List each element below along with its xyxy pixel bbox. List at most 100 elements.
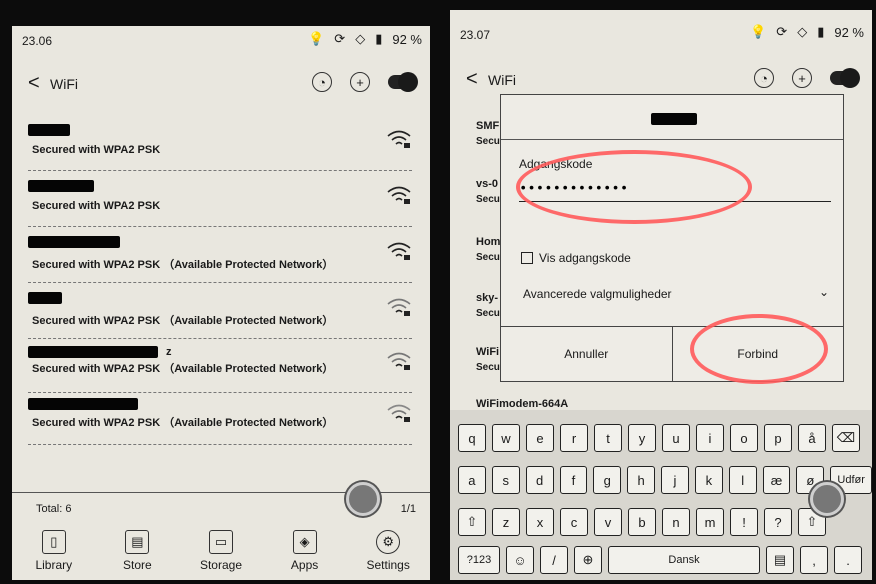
dock-apps[interactable]: ◈ Apps [270,526,340,580]
key-y[interactable]: y [628,424,656,452]
key-v[interactable]: v [594,508,622,536]
network-name: SMF [476,120,500,132]
network-item[interactable]: z Secured with WPA2 PSK （Available Prote… [28,340,412,393]
key-s[interactable]: s [491,466,520,494]
key-j[interactable]: j [661,466,689,494]
key-o[interactable]: o [730,424,758,452]
battery-icon: ▮ [375,31,383,46]
key-x[interactable]: x [526,508,554,536]
key-k[interactable]: k [694,466,723,494]
status-bar: 23.06 💡 ⟳ ◇ ▮ 92 % [12,26,430,54]
dock-label: Apps [290,558,319,572]
network-item[interactable]: Secured with WPA2 PSK （Available Protect… [28,230,412,283]
backspace-key[interactable]: ⌫ [832,424,860,452]
dock-settings[interactable]: ⚙ Settings [353,526,423,580]
dock-store[interactable]: ▤ Store [102,526,172,580]
dock-label: Settings [366,558,410,572]
network-security: Secured with WPA2 PSK （Available Protect… [32,259,334,271]
sync-icon: ⟳ [776,24,788,39]
network-name: Hom [476,236,501,248]
keyboard-toggle-key[interactable]: ▤ [766,546,794,574]
key-b[interactable]: b [628,508,656,536]
redacted-ssid [28,398,138,410]
cancel-button[interactable]: Annuller [501,327,672,381]
comma-key[interactable]: , [800,546,828,574]
network-security: Secu [476,308,500,319]
space-key[interactable]: Dansk [608,546,760,574]
battery-level: 92 % [834,24,864,40]
show-password-label: Vis adgangskode [539,251,631,265]
wifi-toggle[interactable] [830,68,860,88]
key-æ[interactable]: æ [762,466,791,494]
key-c[interactable]: c [560,508,588,536]
floating-button[interactable] [346,482,380,516]
key-r[interactable]: r [560,424,588,452]
network-security: Secu [476,362,500,373]
key-a[interactable]: a [458,466,486,494]
network-item[interactable]: Secured with WPA2 PSK [28,174,412,227]
network-security: Secured with WPA2 PSK [32,200,161,212]
shift-key[interactable]: ⇧ [458,508,486,536]
battery-level: 92 % [392,31,422,47]
key-g[interactable]: g [593,466,622,494]
key-z[interactable]: z [492,508,520,536]
folder-icon: ▭ [208,530,233,554]
status-time: 23.06 [22,34,53,48]
redacted-dialog-title [651,113,697,125]
key-t[interactable]: t [594,424,622,452]
redacted-ssid [28,292,62,304]
network-item[interactable]: Secured with WPA2 PSK （Available Protect… [28,392,412,445]
key-u[interactable]: u [662,424,690,452]
store-icon: ▤ [125,530,150,554]
key-e[interactable]: e [526,424,554,452]
dock-library[interactable]: ▯ Library [19,526,89,580]
back-button[interactable]: < [28,72,40,95]
dock-label: Storage [199,558,242,572]
left-screen: 23.06 💡 ⟳ ◇ ▮ 92 % < WiFi ◔ + Secured wi… [12,26,430,580]
redacted-ssid [28,346,158,358]
divider [501,139,843,140]
key-n[interactable]: n [662,508,690,536]
library-icon: ▯ [41,530,66,554]
key-l[interactable]: l [728,466,757,494]
add-network-icon[interactable]: + [350,72,370,92]
key-w[interactable]: w [492,424,520,452]
wifi-toggle[interactable] [388,72,418,92]
key-p[interactable]: p [764,424,792,452]
wifi-lock-icon [387,130,411,148]
speed-test-icon[interactable]: ◔ [312,72,332,92]
advanced-options[interactable]: Avancerede valgmuligheder [523,287,672,301]
key-![interactable]: ! [730,508,758,536]
network-item[interactable]: Secured with WPA2 PSK [28,118,412,171]
network-item[interactable]: Secured with WPA2 PSK （Available Protect… [28,286,412,339]
numbers-key[interactable]: ?123 [458,546,500,574]
status-icons: 💡 ⟳ ◇ ▮ 92 % [308,31,422,47]
show-password-checkbox[interactable]: Vis adgangskode [521,251,631,265]
speed-test-icon[interactable]: ◔ [754,68,774,88]
page-indicator: 1/1 [400,503,416,515]
chevron-down-icon[interactable]: ⌄ [819,285,829,299]
wifi-status-icon: ◇ [355,31,366,46]
checkbox-box[interactable] [521,252,533,264]
key-å[interactable]: å [798,424,826,452]
key-f[interactable]: f [559,466,588,494]
period-key[interactable]: . [834,546,862,574]
floating-button[interactable] [810,482,844,516]
back-button[interactable]: < [466,68,478,91]
wifi-lock-icon [387,404,411,422]
network-security: Secured with WPA2 PSK （Available Protect… [32,417,334,429]
network-security: Secu [476,252,500,263]
bottom-dock: ▯ Library ▤ Store ▭ Storage ◈ Apps ⚙ Settings [12,526,430,580]
key-q[interactable]: q [458,424,486,452]
slash-key[interactable]: / [540,546,568,574]
key-d[interactable]: d [525,466,554,494]
key-m[interactable]: m [696,508,724,536]
add-network-icon[interactable]: + [792,68,812,88]
network-security: Secured with WPA2 PSK （Available Protect… [32,363,334,375]
key-i[interactable]: i [696,424,724,452]
key-h[interactable]: h [627,466,656,494]
emoji-key[interactable]: ☺ [506,546,534,574]
dock-storage[interactable]: ▭ Storage [186,526,256,580]
key-?[interactable]: ? [764,508,792,536]
globe-icon[interactable]: ⊕ [574,546,602,574]
